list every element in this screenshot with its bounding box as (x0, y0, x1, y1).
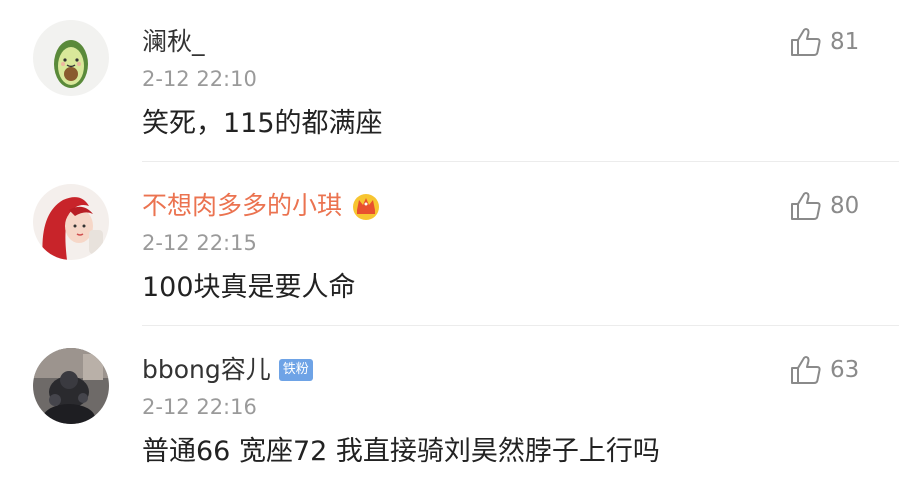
username[interactable]: bbong容儿 (142, 350, 271, 390)
username-row: 不想肉多多的小琪 (142, 186, 382, 226)
red-hair-icon (33, 184, 109, 260)
crown-icon (350, 191, 382, 221)
avocado-icon (33, 20, 109, 96)
avatar[interactable] (33, 348, 109, 424)
username-row: bbong容儿 铁粉 (142, 350, 313, 390)
like-count: 80 (830, 193, 860, 219)
fan-badge: 铁粉 (278, 359, 313, 381)
avatar[interactable] (33, 20, 109, 96)
thumbs-up-icon (791, 28, 821, 56)
thumbs-up-icon (791, 192, 821, 220)
comment-time: 2-12 22:16 (142, 395, 257, 419)
comment-time: 2-12 22:10 (142, 67, 257, 91)
avatar[interactable] (33, 184, 109, 260)
username-row: 澜秋_ (142, 22, 205, 62)
like-count: 63 (830, 357, 860, 383)
username[interactable]: 不想肉多多的小琪 (142, 186, 342, 226)
comment-text: 笑死，115的都满座 (142, 108, 383, 139)
like-button[interactable]: 80 (790, 186, 859, 226)
comment-text: 普通66 宽座72 我直接骑刘昊然脖子上行吗 (142, 436, 660, 467)
comment-item: bbong容儿 铁粉 2-12 22:16 普通66 宽座72 我直接骑刘昊然脖… (0, 326, 899, 485)
comment-text: 100块真是要人命 (142, 272, 356, 303)
comment-time: 2-12 22:15 (142, 231, 257, 255)
like-button[interactable]: 81 (790, 22, 859, 62)
like-count: 81 (830, 29, 860, 55)
photo-avatar-icon (33, 348, 109, 424)
comment-item: 澜秋_ 2-12 22:10 笑死，115的都满座 81 (0, 0, 899, 162)
like-button[interactable]: 63 (790, 350, 859, 390)
thumbs-up-icon (791, 356, 821, 384)
username[interactable]: 澜秋_ (142, 22, 205, 62)
comment-item: 不想肉多多的小琪 2-12 22:15 100块真是要人命 80 (0, 162, 899, 326)
